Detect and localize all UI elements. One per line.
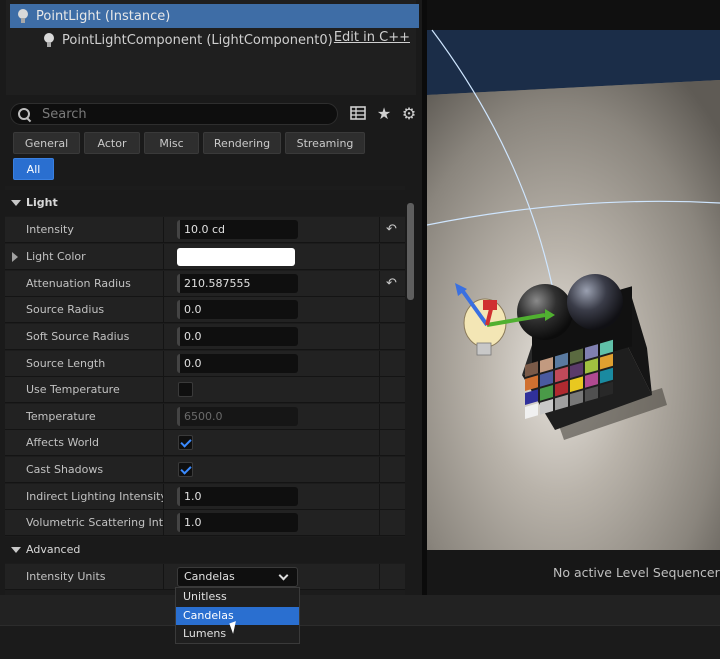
dropdown-option-candelas[interactable]: Candelas xyxy=(176,607,299,625)
sequencer-status-text: No active Level Sequencer de xyxy=(427,550,720,595)
table-view-icon[interactable] xyxy=(349,105,367,123)
property-row-volumetric-scattering-intensity: Volumetric Scattering Inten... 1.0 xyxy=(5,510,405,536)
attenuation-radius-field[interactable]: 210.587555 xyxy=(177,274,298,293)
property-label: Intensity xyxy=(26,223,74,236)
viewport-scene xyxy=(427,0,720,550)
property-row-use-temperature: Use Temperature xyxy=(5,377,405,403)
property-row-source-length: Source Length 0.0 xyxy=(5,351,405,377)
indirect-lighting-intensity-field[interactable]: 1.0 xyxy=(177,487,298,506)
details-scrollbar[interactable] xyxy=(407,203,414,300)
category-light-label: Light xyxy=(26,196,58,209)
combobox-value: Candelas xyxy=(184,570,235,583)
gear-icon[interactable]: ⚙ xyxy=(400,105,418,123)
property-label: Indirect Lighting Intensity xyxy=(26,490,164,503)
source-length-field[interactable]: 0.0 xyxy=(177,354,298,373)
intensity-units-dropdown: Unitless Candelas Lumens xyxy=(175,587,300,644)
category-light[interactable]: Light xyxy=(5,190,405,216)
collapse-arrow-icon xyxy=(11,547,21,553)
property-label: Source Radius xyxy=(26,303,105,316)
light-color-swatch[interactable] xyxy=(177,248,295,266)
property-label: Volumetric Scattering Inten... xyxy=(26,516,164,529)
status-bar xyxy=(0,625,720,659)
tab-all[interactable]: All xyxy=(13,158,54,180)
tab-streaming[interactable]: Streaming xyxy=(285,132,365,154)
property-row-indirect-lighting-intensity: Indirect Lighting Intensity 1.0 xyxy=(5,484,405,510)
reset-to-default-icon[interactable]: ↶ xyxy=(386,276,397,291)
edit-in-cpp-link[interactable]: Edit in C++ xyxy=(334,30,410,45)
property-row-attenuation-radius: Attenuation Radius 210.587555 ↶ xyxy=(5,271,405,297)
property-row-affects-world: Affects World xyxy=(5,430,405,456)
tab-misc[interactable]: Misc xyxy=(144,132,199,154)
tab-actor[interactable]: Actor xyxy=(84,132,140,154)
level-viewport[interactable]: No active Level Sequencer de xyxy=(427,0,720,595)
glass-sphere xyxy=(567,274,623,330)
property-row-source-radius: Source Radius 0.0 xyxy=(5,297,405,323)
tab-rendering[interactable]: Rendering xyxy=(203,132,281,154)
component-child-item[interactable]: PointLightComponent (LightComponent0) xyxy=(36,28,333,52)
use-temperature-checkbox[interactable] xyxy=(178,382,193,397)
component-root-item[interactable]: PointLight (Instance) xyxy=(10,4,419,28)
expand-arrow-icon[interactable] xyxy=(12,252,18,262)
property-label: Use Temperature xyxy=(26,383,120,396)
property-row-cast-shadows: Cast Shadows xyxy=(5,457,405,483)
property-label: Affects World xyxy=(26,436,99,449)
property-row-temperature: Temperature 6500.0 xyxy=(5,404,405,430)
point-light-icon xyxy=(18,9,28,23)
search-placeholder: Search xyxy=(42,106,87,122)
property-row-soft-source-radius: Soft Source Radius 0.0 xyxy=(5,324,405,350)
property-label: Light Color xyxy=(26,250,86,263)
volumetric-scattering-intensity-field[interactable]: 1.0 xyxy=(177,513,298,532)
property-label: Intensity Units xyxy=(26,570,106,583)
cast-shadows-checkbox[interactable] xyxy=(178,462,193,477)
component-child-label: PointLightComponent (LightComponent0) xyxy=(62,32,333,48)
property-label: Soft Source Radius xyxy=(26,330,130,343)
search-input[interactable]: Search xyxy=(10,103,338,125)
property-row-light-color: Light Color xyxy=(5,244,405,270)
search-icon xyxy=(18,108,30,120)
details-panel: PointLight (Instance) PointLightComponen… xyxy=(0,0,422,595)
reset-to-default-icon[interactable]: ↶ xyxy=(386,222,397,237)
property-label: Cast Shadows xyxy=(26,463,104,476)
property-label: Temperature xyxy=(26,410,96,423)
category-advanced[interactable]: Advanced xyxy=(5,537,405,563)
affects-world-checkbox[interactable] xyxy=(178,435,193,450)
star-icon[interactable]: ★ xyxy=(375,105,393,123)
temperature-field: 6500.0 xyxy=(177,407,298,426)
component-tree: PointLight (Instance) PointLightComponen… xyxy=(6,0,419,95)
tab-general[interactable]: General xyxy=(13,132,80,154)
chevron-down-icon xyxy=(278,570,289,581)
point-light-icon xyxy=(44,33,54,47)
property-label: Attenuation Radius xyxy=(26,277,131,290)
property-label: Source Length xyxy=(26,357,106,370)
intensity-units-combobox[interactable]: Candelas xyxy=(177,567,298,587)
soft-source-radius-field[interactable]: 0.0 xyxy=(177,327,298,346)
dropdown-option-unitless[interactable]: Unitless xyxy=(176,588,299,606)
component-root-label: PointLight (Instance) xyxy=(36,8,171,24)
source-radius-field[interactable]: 0.0 xyxy=(177,300,298,319)
property-row-intensity: Intensity 10.0 cd ↶ xyxy=(5,217,405,243)
intensity-field[interactable]: 10.0 cd xyxy=(177,220,298,239)
bottom-toolbar xyxy=(0,595,720,625)
collapse-arrow-icon xyxy=(11,200,21,206)
property-list: Light Intensity 10.0 cd ↶ Light Color At… xyxy=(5,186,405,595)
category-advanced-label: Advanced xyxy=(26,543,81,556)
